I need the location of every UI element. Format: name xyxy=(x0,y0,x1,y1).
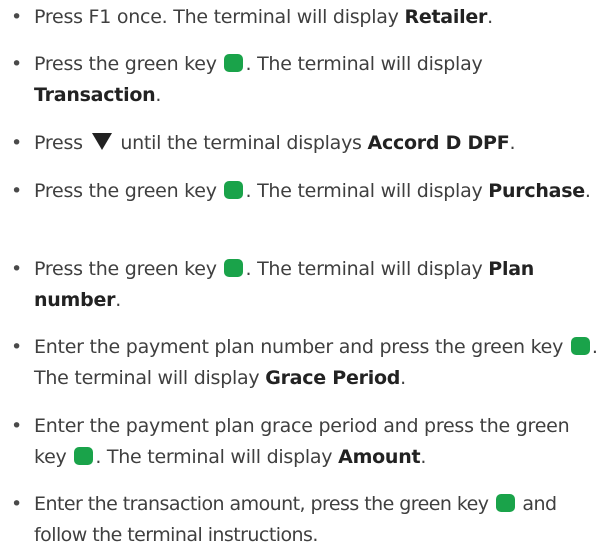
display-text: Purchase xyxy=(488,180,585,202)
step-text: Enter the transaction amount, press the … xyxy=(34,493,557,546)
display-text: Accord D DPF xyxy=(367,132,510,154)
step-text: Enter the payment plan number and press … xyxy=(34,336,598,389)
list-item: • Enter the payment plan number and pres… xyxy=(0,332,605,394)
display-text: Grace Period xyxy=(265,367,401,389)
list-item: • Press the green key . The terminal wil… xyxy=(0,49,605,111)
green-key-icon xyxy=(74,447,94,465)
bullet: • xyxy=(11,258,22,280)
step-text: Press until the terminal displays Accord… xyxy=(34,132,516,154)
bullet: • xyxy=(11,336,22,358)
green-key-icon xyxy=(224,181,244,199)
list-item: • Press F1 once. The terminal will displ… xyxy=(0,2,605,33)
step-text: Press the green key . The terminal will … xyxy=(34,53,483,106)
green-key-icon xyxy=(224,54,244,72)
bullet: • xyxy=(11,180,22,202)
bullet: • xyxy=(11,132,22,154)
bullet: • xyxy=(11,415,22,437)
display-text: Amount xyxy=(338,446,421,468)
step-text: Press F1 once. The terminal will display… xyxy=(34,6,493,28)
step-text: Press the green key . The terminal will … xyxy=(34,258,535,311)
step-text: Enter the payment plan grace period and … xyxy=(34,415,570,468)
list-item: • Enter the transaction amount, press th… xyxy=(0,489,605,551)
list-item: • Press the green key . The terminal wil… xyxy=(0,176,605,207)
list-item: • Enter the payment plan grace period an… xyxy=(0,411,605,473)
green-key-icon xyxy=(224,259,244,277)
display-text: Transaction xyxy=(34,84,156,106)
green-key-icon xyxy=(495,494,515,512)
step-text: Press the green key . The terminal will … xyxy=(34,180,591,202)
list-item: • Press the green key . The terminal wil… xyxy=(0,254,605,316)
green-key-icon xyxy=(570,337,590,355)
bullet: • xyxy=(11,6,22,28)
down-arrow-icon xyxy=(91,133,112,150)
display-text: Retailer xyxy=(404,6,488,28)
bullet: • xyxy=(11,53,22,75)
list-item: • Press until the terminal displays Acco… xyxy=(0,128,605,159)
bullet: • xyxy=(11,493,22,515)
